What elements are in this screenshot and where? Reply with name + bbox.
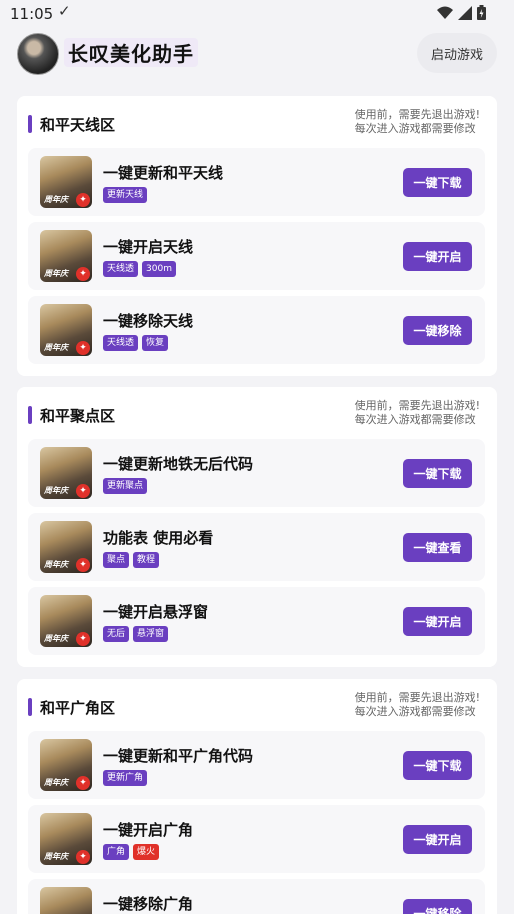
start-game-button[interactable]: 启动游戏 [417,33,497,73]
tag: 教程 [133,552,160,568]
hot-tag: 爆火 [133,844,160,860]
item-title: 功能表 使用必看 [103,529,214,547]
item-title: 一键更新地铁无后代码 [103,455,254,473]
wifi-icon [437,6,453,19]
enable-button[interactable]: 一键开启 [403,607,472,636]
list-item[interactable]: 周年庆 ✦ 一键移除天线 天线透 恢复 一键移除 [28,296,485,364]
signal-icon [458,5,472,20]
section-antenna: 和平天线区 使用前，需要先退出游戏! 每次进入游戏都需要修改 周年庆 ✦ 一键更新… [17,96,497,376]
tag: 聚点 [103,552,130,568]
avatar[interactable] [17,33,59,75]
download-button[interactable]: 一键下载 [403,459,472,488]
status-time: 11:05 [10,5,54,23]
section-notice: 使用前，需要先退出游戏! 每次进入游戏都需要修改 [354,108,480,135]
game-icon: 周年庆✦ [40,156,92,208]
view-button[interactable]: 一键查看 [403,533,472,562]
section-notice: 使用前，需要先退出游戏! 每次进入游戏都需要修改 [354,399,480,426]
list-item[interactable]: 周年庆 ✦ 一键更新和平天线 更新天线 一键下载 [28,148,485,216]
item-title: 一键移除天线 [103,312,194,330]
tag: 恢复 [142,335,169,351]
game-icon: 周年庆✦ [40,230,92,282]
list-item[interactable]: 周年庆 ✦ 一键开启天线 天线透 300m 一键开启 [28,222,485,290]
list-item[interactable]: 周年庆 ✦ 一键开启广角 广角 爆火 一键开启 [28,805,485,873]
tag: 无后 [103,626,130,642]
item-title: 一键更新和平广角代码 [103,747,254,765]
list-item[interactable]: 周年庆 ✦ 功能表 使用必看 聚点 教程 一键查看 [28,513,485,581]
list-item[interactable]: 周年庆 ✦ 一键更新地铁无后代码 更新聚点 一键下载 [28,439,485,507]
item-title: 一键开启天线 [103,238,194,256]
section-title: 和平天线区 [40,116,116,134]
tag: 天线透 [103,261,139,277]
tag: 更新聚点 [103,478,148,494]
section-wide-angle: 和平广角区 使用前，需要先退出游戏! 每次进入游戏都需要修改 周年庆 ✦ 一键更新… [17,679,497,914]
item-title: 一键开启悬浮窗 [103,603,209,621]
section-accent-bar [28,406,32,424]
download-button[interactable]: 一键下载 [403,751,472,780]
game-icon: 周年庆✦ [40,813,92,865]
game-icon: 周年庆✦ [40,521,92,573]
game-icon: 周年庆✦ [40,887,92,914]
list-item[interactable]: 周年庆 ✦ 一键开启悬浮窗 无后 悬浮窗 一键开启 [28,587,485,655]
download-button[interactable]: 一键下载 [403,168,472,197]
section-notice: 使用前，需要先退出游戏! 每次进入游戏都需要修改 [354,691,480,718]
tag: 更新天线 [103,187,148,203]
app-title: 长叹美化助手 [64,38,198,67]
game-icon: 周年庆✦ [40,739,92,791]
item-title: 一键更新和平天线 [103,164,224,182]
item-title: 一键开启广角 [103,821,194,839]
app-bar: 长叹美化助手 启动游戏 [0,28,514,80]
tag: 更新广角 [103,770,148,786]
main-scroll[interactable]: 和平天线区 使用前，需要先退出游戏! 每次进入游戏都需要修改 周年庆 ✦ 一键更新… [0,82,514,914]
game-icon: 周年庆✦ [40,595,92,647]
enable-button[interactable]: 一键开启 [403,242,472,271]
download-done-icon: ✓ [58,2,71,20]
game-icon: 周年庆✦ [40,447,92,499]
game-icon: 周年庆✦ [40,304,92,356]
item-title: 一键移除广角 [103,895,194,913]
tag: 悬浮窗 [133,626,169,642]
list-item[interactable]: 周年庆 ✦ 一键更新和平广角代码 更新广角 一键下载 [28,731,485,799]
enable-button[interactable]: 一键开启 [403,825,472,854]
section-title: 和平聚点区 [40,407,116,425]
section-accent-bar [28,115,32,133]
status-bar: 11:05 ✓ [0,0,514,28]
remove-button[interactable]: 一键移除 [403,316,472,345]
tag: 300m [142,261,176,277]
section-accent-bar [28,698,32,716]
tag: 天线透 [103,335,139,351]
section-focus: 和平聚点区 使用前，需要先退出游戏! 每次进入游戏都需要修改 周年庆 ✦ 一键更新… [17,387,497,667]
list-item[interactable]: 周年庆✦ 一键移除广角 一键移除 [28,879,485,914]
remove-button[interactable]: 一键移除 [403,899,472,914]
battery-icon [477,5,486,20]
tag: 广角 [103,844,130,860]
section-title: 和平广角区 [40,699,116,717]
